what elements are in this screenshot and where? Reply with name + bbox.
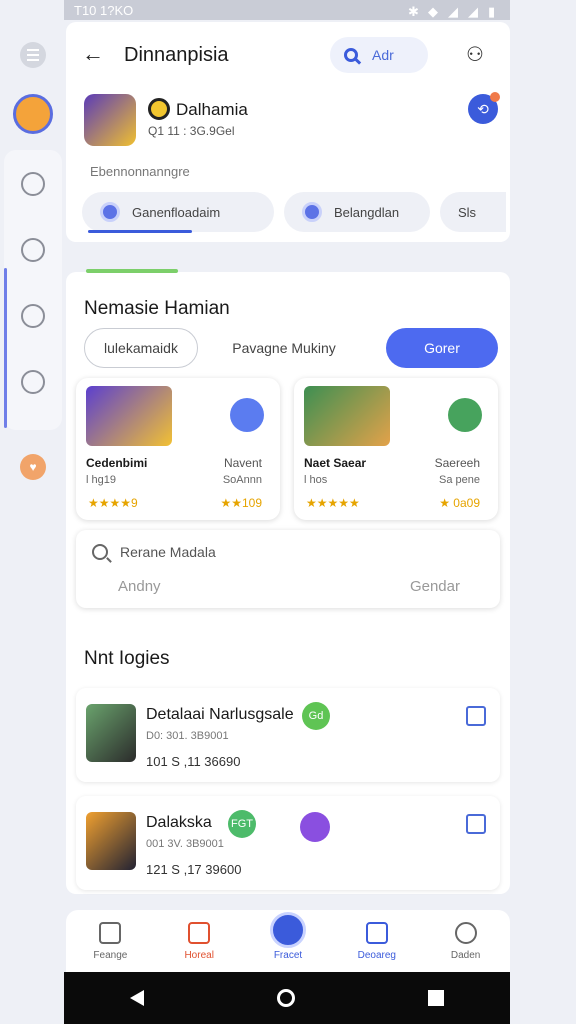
game-tag: Saereeh <box>434 456 480 470</box>
item-avatar <box>86 812 136 870</box>
image-icon <box>188 922 211 944</box>
item-name: Dalakska <box>146 814 212 831</box>
game-name: Naet Saear <box>304 456 367 470</box>
item-avatar <box>86 704 136 762</box>
recents-nav-icon[interactable] <box>427 990 444 1006</box>
section-title: Nemasie Hamian <box>84 298 230 319</box>
game-thumbnail <box>86 386 172 446</box>
item-number: 121 S ,17 39600 <box>146 862 242 877</box>
gamepad-icon[interactable] <box>21 304 45 328</box>
game-sub: l hos <box>304 474 328 486</box>
search-button[interactable]: Adr <box>330 37 428 73</box>
game-stars: ★★★★9 <box>88 496 138 510</box>
user-switch-icon[interactable]: ⚇ <box>462 42 488 68</box>
search-label: Adr <box>372 47 394 63</box>
heart-icon[interactable]: ♥ <box>20 454 46 480</box>
side-rail: ♥ <box>0 30 66 500</box>
segment-1[interactable]: Pavagne Mukiny <box>216 328 352 368</box>
nav-profile[interactable]: Daden <box>426 910 506 972</box>
game-badge-icon <box>448 398 482 432</box>
back-icon[interactable]: ← <box>82 42 106 66</box>
item-tag: Gd <box>302 702 330 730</box>
game-name: Cedenbimi <box>86 456 148 470</box>
chip-1[interactable]: Belangdlan <box>284 192 430 232</box>
wifi-icon: ◆ <box>428 4 438 19</box>
home-icon <box>99 922 122 944</box>
game-stars: ★★★★★ <box>306 496 360 510</box>
item-meta: 001 3V. 3B9001 <box>146 838 224 850</box>
chip-icon <box>100 202 120 222</box>
system-nav-bar <box>64 972 510 1024</box>
signal-icon: ◢ <box>468 4 478 19</box>
game-badge-icon <box>230 398 264 432</box>
smile-icon[interactable] <box>21 172 45 196</box>
game-stars2: ★★109 <box>220 496 262 510</box>
game-card[interactable]: Cedenbimi l hg19 Navent SoAnnn ★★★★9 ★★1… <box>76 378 280 520</box>
clock-icon[interactable] <box>21 370 45 394</box>
battery-icon: ▮ <box>488 4 496 19</box>
nav-home[interactable]: Feange <box>70 910 150 972</box>
rail-active-indicator <box>4 268 7 428</box>
segment-2[interactable]: Gorer <box>386 328 498 368</box>
home-nav-icon[interactable] <box>276 989 295 1007</box>
bag-icon <box>365 922 388 944</box>
nav-discover[interactable]: Deoareg <box>337 910 417 972</box>
segment-0[interactable]: lulekamaidk <box>84 328 198 368</box>
menu-icon[interactable] <box>20 42 46 68</box>
nav-center[interactable]: Fracet <box>248 910 328 972</box>
main-card: Nemasie Hamian lulekamaidk Pavagne Mukin… <box>66 269 510 894</box>
header-card: ← Dinnanpisia Adr ⚇ Dalhamia Q1 11 : 3G.… <box>66 22 510 242</box>
chat-icon[interactable] <box>300 812 330 842</box>
flag-icon[interactable] <box>466 814 486 834</box>
bluetooth-icon: ✱ <box>408 4 419 19</box>
item-number: 101 S ,11 36690 <box>146 754 241 769</box>
app-icon <box>84 94 136 146</box>
status-bar: T10 1?KO ✱ ◆ ◢ ◢ ▮ <box>64 0 510 20</box>
document-icon[interactable] <box>466 706 486 726</box>
bottom-nav: Feange Horeal Fracet Deoareg Daden <box>66 910 510 972</box>
user-badge-icon <box>148 98 170 120</box>
signal-icon: ◢ <box>448 4 458 19</box>
user-meta: Q1 11 : 3G.9Gel <box>148 124 235 138</box>
phone-icon[interactable] <box>21 238 45 262</box>
nav-hot[interactable]: Horeal <box>159 910 239 972</box>
game-sub: l hg19 <box>86 474 116 486</box>
center-action-icon <box>269 912 306 948</box>
search-icon <box>92 544 108 560</box>
notification-icon[interactable]: ⟲ <box>468 92 500 124</box>
game-card[interactable]: Naet Saear l hos Saereeh Sa pene ★★★★★ ★… <box>294 378 498 520</box>
chip-0[interactable]: Ganenfloadaim <box>82 192 274 232</box>
game-tag2: Sa pene <box>439 474 480 486</box>
search-icon <box>344 48 358 62</box>
game-stars2: ★ 0a09 <box>439 496 480 510</box>
page-title: Dinnanpisia <box>124 44 229 66</box>
search-option-right[interactable]: Gendar <box>410 578 460 595</box>
user-name: Dalhamia <box>176 100 248 119</box>
back-nav-icon[interactable] <box>130 990 145 1006</box>
status-time: T10 1?KO <box>74 2 134 18</box>
item-meta: D0: 301. 3B9001 <box>146 730 229 742</box>
section2-title: Nnt Iogies <box>84 648 170 669</box>
tab-indicator <box>86 269 178 273</box>
item-name: Detalaai Narlusgsale <box>146 706 294 723</box>
list-item[interactable]: Dalakska FGT 001 3V. 3B9001 121 S ,17 39… <box>76 796 500 890</box>
item-tag: FGT <box>228 810 256 838</box>
avatar[interactable] <box>13 94 53 134</box>
chip-2[interactable]: Sls <box>440 192 506 232</box>
list-item[interactable]: Detalaai Narlusgsale Gd D0: 301. 3B9001 … <box>76 688 500 782</box>
game-thumbnail <box>304 386 390 446</box>
search-box[interactable]: Rerane Madala Andny Gendar <box>76 530 500 608</box>
person-icon <box>454 922 477 944</box>
category-label: Ebennonnanngre <box>90 164 190 179</box>
search-placeholder: Rerane Madala <box>120 544 216 560</box>
chip-active-indicator <box>88 230 192 233</box>
game-tag: Navent <box>223 456 262 470</box>
search-option-left[interactable]: Andny <box>118 578 161 595</box>
game-tag2: SoAnnn <box>222 474 262 486</box>
chip-icon <box>302 202 322 222</box>
